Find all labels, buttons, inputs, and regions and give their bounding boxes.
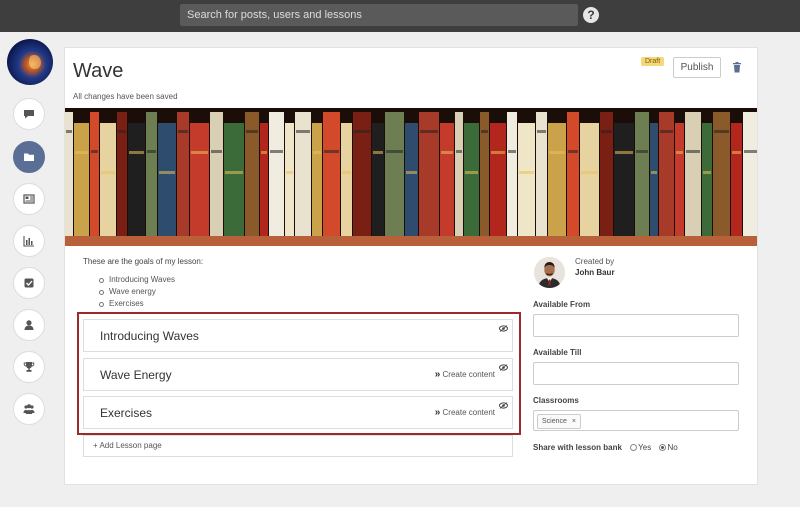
double-chevron-icon: » <box>434 407 440 418</box>
goals-list: Introducing Waves Wave energy Exercises <box>96 274 175 310</box>
add-lesson-page-button[interactable]: + Add Lesson page <box>83 435 513 457</box>
lesson-page-row[interactable]: Wave Energy » Create content <box>83 358 513 391</box>
top-bar: Search for posts, users and lessons ? <box>0 0 800 32</box>
checkbox-icon <box>24 278 34 288</box>
search-input[interactable]: Search for posts, users and lessons <box>180 4 578 26</box>
radio-icon[interactable] <box>630 444 638 451</box>
group-icon <box>23 404 35 414</box>
lesson-title[interactable]: Wave <box>73 60 123 83</box>
share-label: Share with lesson bank <box>533 443 622 452</box>
lesson-cover-image[interactable] <box>65 108 757 246</box>
double-chevron-icon: » <box>434 369 440 380</box>
save-status: All changes have been saved <box>73 92 178 101</box>
classroom-tag-label: Science <box>542 418 567 425</box>
classroom-tag: Science × <box>537 414 581 429</box>
status-badge: Draft <box>641 57 665 66</box>
newspaper-icon <box>23 194 35 204</box>
share-no-label: No <box>667 443 678 452</box>
available-from-label: Available From <box>533 300 591 309</box>
create-content-label: Create content <box>442 370 495 379</box>
eye-icon[interactable] <box>499 325 508 332</box>
lesson-page-title: Wave Energy <box>100 368 172 382</box>
radio-checked-icon[interactable] <box>659 444 667 451</box>
share-no-option[interactable]: No <box>659 443 678 452</box>
goal-item: Wave energy <box>96 286 175 298</box>
publish-button[interactable]: Publish <box>673 57 721 78</box>
share-yes-option[interactable]: Yes <box>630 443 651 452</box>
available-till-input[interactable] <box>533 362 739 385</box>
nav-tasks[interactable] <box>13 267 45 299</box>
comment-icon <box>24 110 34 119</box>
available-till-label: Available Till <box>533 348 582 357</box>
help-icon[interactable]: ? <box>583 7 599 23</box>
create-content-link[interactable]: » Create content <box>435 407 495 418</box>
classrooms-label: Classrooms <box>533 396 579 405</box>
share-lesson-bank: Share with lesson bank Yes No <box>533 443 678 452</box>
trash-icon[interactable] <box>732 62 742 73</box>
bar-chart-icon <box>23 236 34 247</box>
nav-achievements[interactable] <box>13 351 45 383</box>
goal-item: Introducing Waves <box>96 274 175 286</box>
nav-messages[interactable] <box>13 98 45 130</box>
eye-icon[interactable] <box>499 402 508 409</box>
goal-item: Exercises <box>96 298 175 310</box>
nav-groups[interactable] <box>13 393 45 425</box>
goals-intro: These are the goals of my lesson: <box>83 257 204 266</box>
nav-profile[interactable] <box>13 309 45 341</box>
folder-icon <box>24 153 34 161</box>
lesson-page-title: Exercises <box>100 406 153 420</box>
eye-icon[interactable] <box>499 364 508 371</box>
classrooms-input[interactable]: Science × <box>533 410 739 431</box>
available-from-input[interactable] <box>533 314 739 337</box>
nav-reports[interactable] <box>13 225 45 257</box>
lesson-page-row[interactable]: Introducing Waves <box>83 319 513 352</box>
user-avatar[interactable] <box>7 39 53 85</box>
share-yes-label: Yes <box>638 443 652 452</box>
author-name[interactable]: John Baur <box>575 268 615 277</box>
nav-lessons[interactable] <box>13 141 45 173</box>
user-icon <box>24 320 34 330</box>
lesson-page-title: Introducing Waves <box>100 329 199 343</box>
lesson-page-row[interactable]: Exercises » Create content <box>83 396 513 429</box>
author-avatar[interactable] <box>534 257 565 288</box>
trophy-icon <box>23 362 35 372</box>
create-content-label: Create content <box>442 408 495 417</box>
create-content-link[interactable]: » Create content <box>435 369 495 380</box>
nav-posts[interactable] <box>13 183 45 215</box>
remove-tag-icon[interactable]: × <box>572 418 576 425</box>
created-by-label: Created by <box>575 257 615 266</box>
